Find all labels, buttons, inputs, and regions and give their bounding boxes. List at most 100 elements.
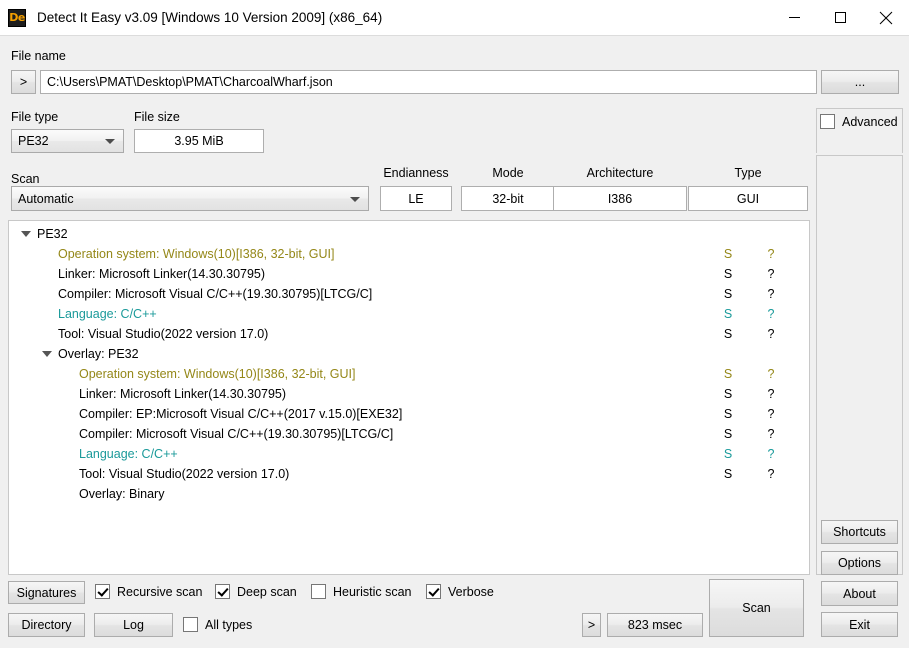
- tree-row-label: Compiler: Microsoft Visual C/C++(19.30.3…: [79, 427, 394, 441]
- info-button[interactable]: ?: [764, 324, 778, 344]
- app-logo-text: De: [9, 10, 25, 24]
- endianness-value: LE: [380, 186, 452, 211]
- architecture-label: Architecture: [586, 166, 654, 180]
- tree-row-label: Compiler: Microsoft Visual C/C++(19.30.3…: [58, 287, 373, 301]
- tree-row[interactable]: Operation system: Windows(10)[I386, 32-b…: [9, 244, 809, 264]
- tree-row[interactable]: Compiler: EP:Microsoft Visual C/C++(2017…: [9, 404, 809, 424]
- type-label: Type: [734, 166, 762, 180]
- tree-row[interactable]: Tool: Visual Studio(2022 version 17.0) S?: [9, 464, 809, 484]
- signatures-button[interactable]: Signatures: [8, 581, 85, 604]
- info-button[interactable]: ?: [764, 384, 778, 404]
- advanced-checkbox-box: [820, 114, 835, 129]
- all-types-checkbox-box: [183, 617, 198, 632]
- info-button[interactable]: ?: [764, 304, 778, 324]
- tree-row-label: Language: C/C++: [79, 447, 178, 461]
- signature-button[interactable]: S: [721, 404, 735, 424]
- file-name-label: File name: [11, 49, 66, 63]
- signature-button[interactable]: S: [721, 244, 735, 264]
- minimize-icon[interactable]: [771, 0, 817, 35]
- tree-row-label: Overlay: Binary: [79, 487, 165, 501]
- file-type-select[interactable]: PE32: [11, 129, 124, 153]
- signature-button[interactable]: S: [721, 384, 735, 404]
- signature-button[interactable]: S: [721, 324, 735, 344]
- info-button[interactable]: ?: [764, 464, 778, 484]
- all-types-checkbox[interactable]: All types: [183, 617, 252, 632]
- type-value: GUI: [688, 186, 808, 211]
- tree-row-label: Operation system: Windows(10)[I386, 32-b…: [58, 247, 335, 261]
- info-button[interactable]: ?: [764, 424, 778, 444]
- heuristic-scan-label: Heuristic scan: [333, 584, 412, 599]
- signature-button[interactable]: S: [721, 424, 735, 444]
- endianness-label: Endianness: [383, 166, 449, 180]
- info-button[interactable]: ?: [764, 364, 778, 384]
- tree-row[interactable]: PE32: [9, 224, 809, 244]
- recursive-scan-label: Recursive scan: [117, 584, 203, 599]
- tree-row[interactable]: Overlay: PE32: [9, 344, 809, 364]
- tree-row-label: Linker: Microsoft Linker(14.30.30795): [79, 387, 287, 401]
- tree-row-label: Linker: Microsoft Linker(14.30.30795): [58, 267, 266, 281]
- mode-value: 32-bit: [461, 186, 555, 211]
- tree-row[interactable]: Compiler: Microsoft Visual C/C++(19.30.3…: [9, 284, 809, 304]
- info-button[interactable]: ?: [764, 264, 778, 284]
- signature-button[interactable]: S: [721, 264, 735, 284]
- advanced-checkbox[interactable]: Advanced: [820, 114, 898, 129]
- advanced-checkbox-label: Advanced: [842, 114, 898, 129]
- maximize-icon[interactable]: [817, 0, 863, 35]
- file-size-value: 3.95 MiB: [134, 129, 264, 153]
- tree-expand-arrow-icon[interactable]: [21, 231, 31, 237]
- info-button[interactable]: ?: [764, 444, 778, 464]
- signature-button[interactable]: S: [721, 464, 735, 484]
- tree-row[interactable]: Linker: Microsoft Linker(14.30.30795) S?: [9, 264, 809, 284]
- verbose-label: Verbose: [448, 584, 494, 599]
- log-button[interactable]: Log: [94, 613, 173, 637]
- tree-row[interactable]: Tool: Visual Studio(2022 version 17.0) S?: [9, 324, 809, 344]
- tree-row[interactable]: Linker: Microsoft Linker(14.30.30795) S?: [9, 384, 809, 404]
- scan-time-expand-button[interactable]: >: [582, 613, 601, 637]
- close-icon[interactable]: [863, 0, 909, 35]
- info-button[interactable]: ?: [764, 404, 778, 424]
- browse-button[interactable]: ...: [821, 70, 899, 94]
- verbose-checkbox[interactable]: Verbose: [426, 584, 494, 599]
- signature-button[interactable]: S: [721, 444, 735, 464]
- deep-scan-checkbox[interactable]: Deep scan: [215, 584, 297, 599]
- scan-button[interactable]: Scan: [709, 579, 804, 637]
- tree-row-label: Tool: Visual Studio(2022 version 17.0): [58, 327, 269, 341]
- exit-button[interactable]: Exit: [821, 612, 898, 637]
- file-path-input[interactable]: C:\Users\PMAT\Desktop\PMAT\CharcoalWharf…: [40, 70, 817, 94]
- tree-row[interactable]: Overlay: Binary: [9, 484, 809, 504]
- mode-label: Mode: [492, 166, 524, 180]
- signature-button[interactable]: S: [721, 364, 735, 384]
- tree-row-label: Tool: Visual Studio(2022 version 17.0): [79, 467, 290, 481]
- scan-time-value[interactable]: 823 msec: [607, 613, 703, 637]
- signature-button[interactable]: S: [721, 284, 735, 304]
- right-rail-panel: [816, 155, 903, 575]
- options-button[interactable]: Options: [821, 551, 898, 575]
- tree-row[interactable]: Operation system: Windows(10)[I386, 32-b…: [9, 364, 809, 384]
- chevron-down-icon: [105, 139, 115, 144]
- app-logo-icon: De: [8, 8, 26, 27]
- window-title: Detect It Easy v3.09 [Windows 10 Version…: [37, 10, 383, 25]
- file-type-label: File type: [11, 110, 59, 124]
- info-button[interactable]: ?: [764, 284, 778, 304]
- tree-row-label: Compiler: EP:Microsoft Visual C/C++(2017…: [79, 407, 403, 421]
- shortcuts-button[interactable]: Shortcuts: [821, 520, 898, 544]
- recursive-scan-checkbox[interactable]: Recursive scan: [95, 584, 202, 599]
- scan-label: Scan: [11, 172, 40, 186]
- tree-expand-arrow-icon[interactable]: [42, 351, 52, 357]
- tree-row[interactable]: Compiler: Microsoft Visual C/C++(19.30.3…: [9, 424, 809, 444]
- about-button[interactable]: About: [821, 581, 898, 606]
- all-types-label: All types: [205, 617, 253, 632]
- scan-results-tree[interactable]: PE32 Operation system: Windows(10)[I386, …: [8, 220, 810, 575]
- title-bar: De Detect It Easy v3.09 [Windows 10 Vers…: [0, 0, 909, 36]
- scan-mode-select[interactable]: Automatic: [11, 186, 369, 211]
- chevron-down-icon: [350, 196, 360, 202]
- directory-button[interactable]: Directory: [8, 613, 85, 637]
- file-name-expand-button[interactable]: >: [11, 70, 36, 94]
- scan-mode-value: Automatic: [18, 191, 74, 206]
- tree-row[interactable]: Language: C/C++ S?: [9, 444, 809, 464]
- tree-row[interactable]: Language: C/C++ S?: [9, 304, 809, 324]
- heuristic-scan-checkbox[interactable]: Heuristic scan: [311, 584, 412, 599]
- deep-scan-checkbox-box: [215, 584, 230, 599]
- signature-button[interactable]: S: [721, 304, 735, 324]
- info-button[interactable]: ?: [764, 244, 778, 264]
